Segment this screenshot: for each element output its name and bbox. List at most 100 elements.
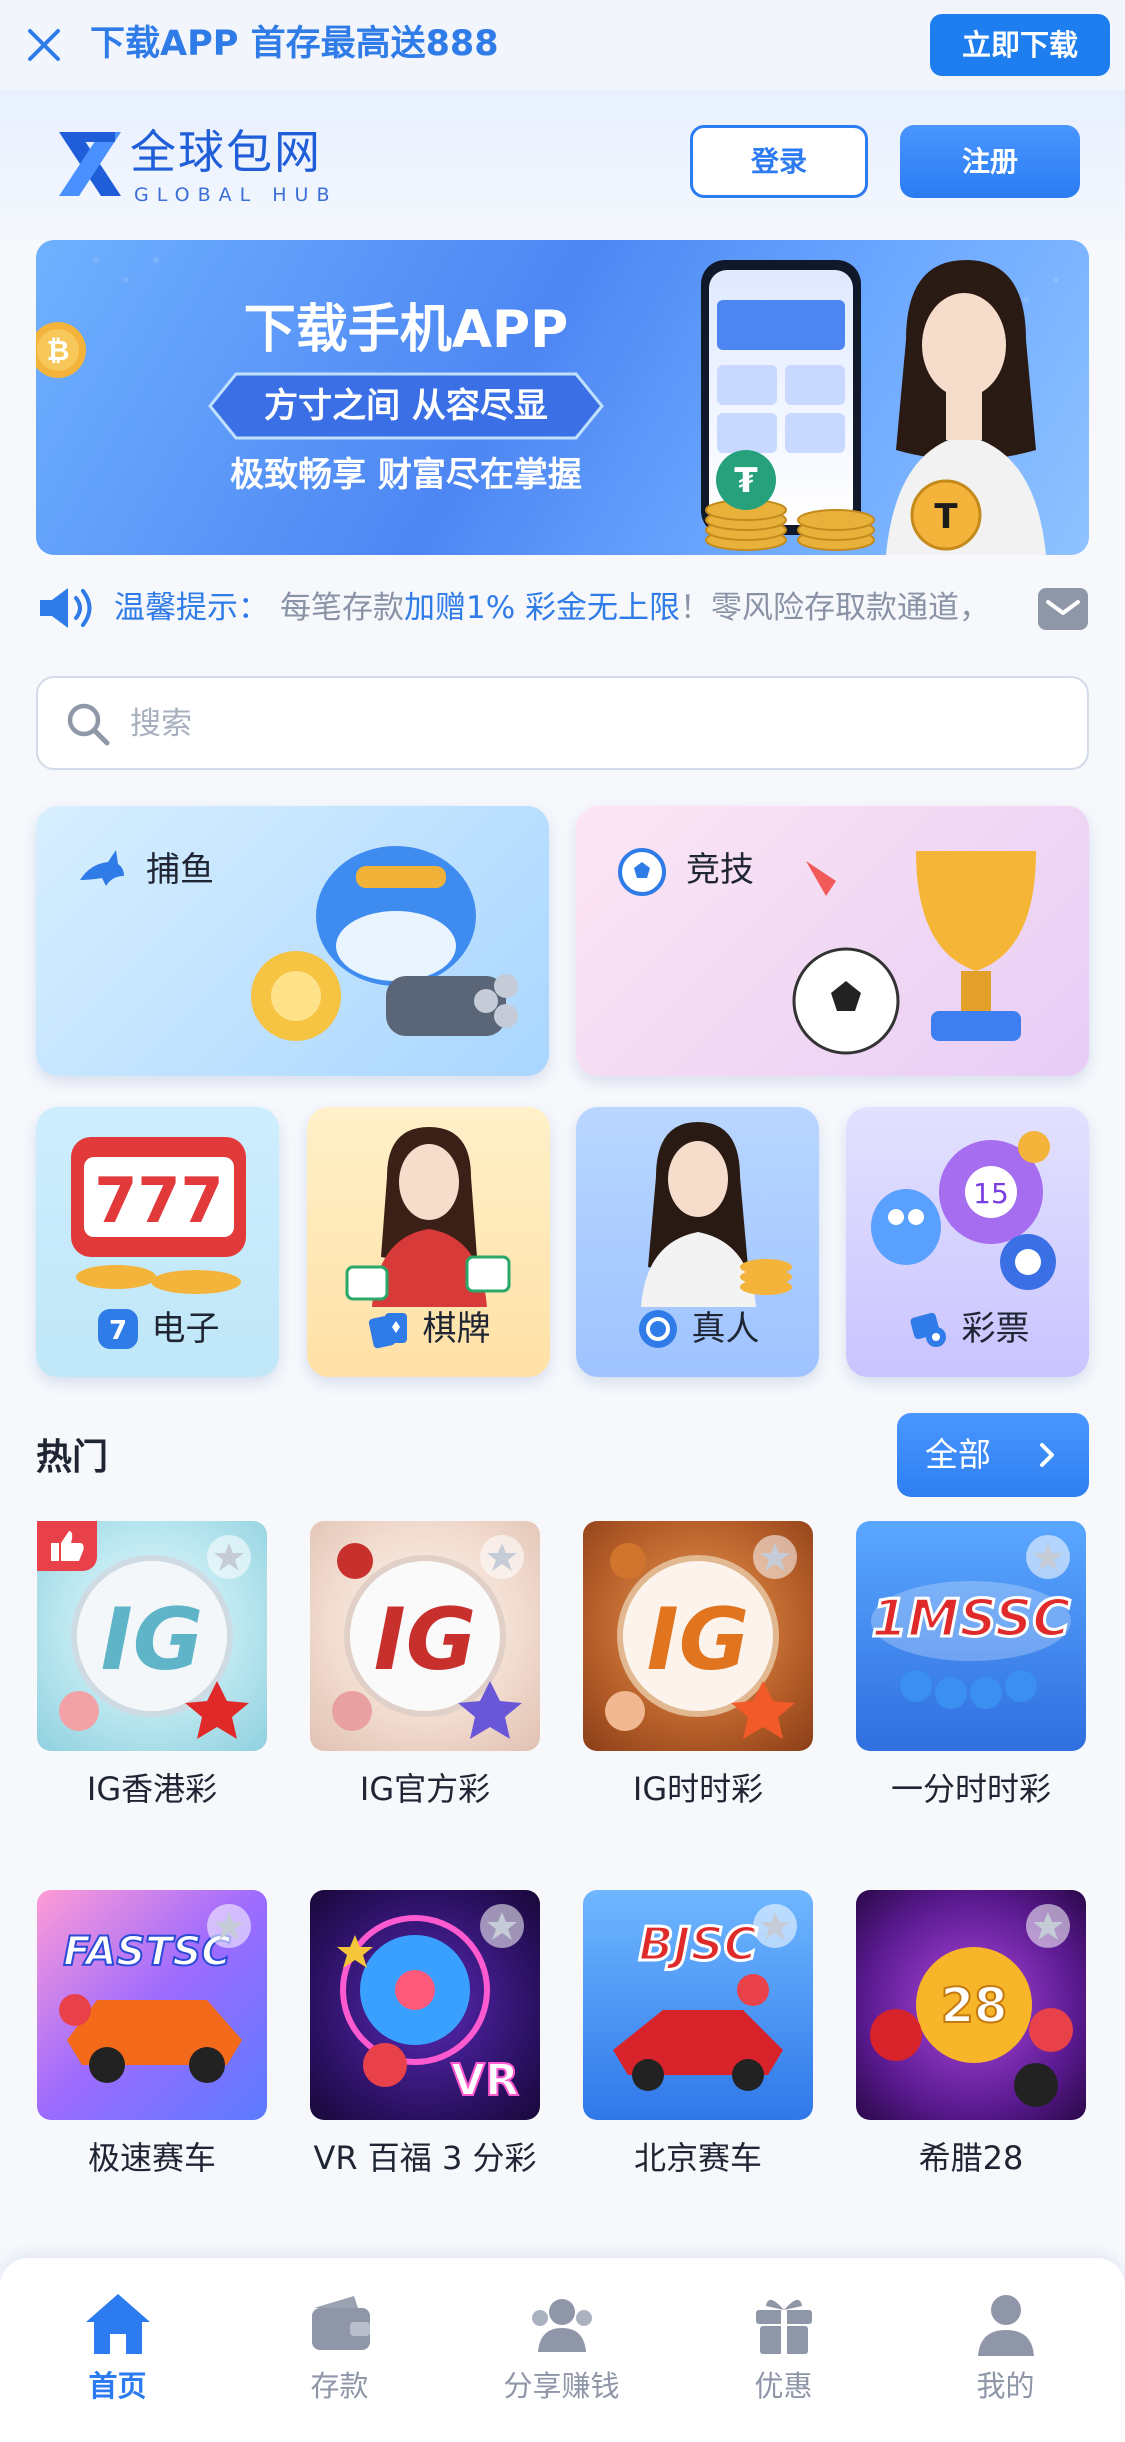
- category-label: 捕鱼: [146, 850, 214, 890]
- star-icon: [1033, 1543, 1063, 1571]
- wallet-icon: [312, 2296, 370, 2350]
- game-badge: FASTSC: [63, 1929, 230, 1975]
- favorite-star-button[interactable]: [753, 1535, 797, 1579]
- game-badge: IG: [101, 1590, 204, 1690]
- hot-badge: [37, 1521, 97, 1571]
- notice-text-a: 每笔存款: [280, 590, 404, 626]
- game-badge: 1MSSC: [871, 1589, 1070, 1649]
- star-icon: [760, 1543, 790, 1571]
- tab-home[interactable]: 首页: [5, 2258, 230, 2442]
- coins-stack-image: ₮ T: [705, 450, 982, 551]
- star-icon: [214, 1912, 244, 1940]
- favorite-star-button[interactable]: [480, 1535, 524, 1579]
- tab-deposit[interactable]: 存款: [227, 2258, 452, 2442]
- login-button[interactable]: 登录: [690, 125, 868, 198]
- category-footer: 彩票: [846, 1307, 1089, 1367]
- game-badge: BJSC: [638, 1917, 757, 1971]
- slot-seven-icon: 7: [97, 1309, 138, 1349]
- search-input[interactable]: [128, 692, 1032, 756]
- logo-subtitle: GLOBAL HUB: [134, 184, 338, 206]
- download-app-banner[interactable]: ₿ 下载手机APP 方寸之间 从容尽显 极致畅享 财富尽在掌握 ₮ T: [36, 240, 1089, 555]
- banner-tagline-ribbon: 方寸之间 从容尽显: [206, 370, 606, 442]
- tab-profile[interactable]: 我的: [893, 2258, 1118, 2442]
- favorite-star-button[interactable]: [753, 1904, 797, 1948]
- category-label: 彩票: [961, 1309, 1030, 1349]
- category-footer: 棋牌: [307, 1307, 550, 1367]
- star-icon: [487, 1543, 517, 1571]
- favorite-star-button[interactable]: [1026, 1535, 1070, 1579]
- bottom-tab-bar: 首页 存款 分享赚钱 优惠 我的: [0, 2258, 1125, 2442]
- download-now-button[interactable]: 立即下载: [930, 14, 1110, 76]
- category-slots[interactable]: 777 7 电子: [36, 1107, 279, 1377]
- notice-marquee: 温馨提示： 每笔存款加赠1% 彩金无上限！零风险存取款通道，: [36, 578, 1089, 638]
- star-icon: [1033, 1912, 1063, 1940]
- banner-subtitle: 极致畅享 财富尽在掌握: [230, 455, 582, 495]
- favorite-star-button[interactable]: [207, 1535, 251, 1579]
- svg-text:15: 15: [973, 1177, 1009, 1210]
- favorite-star-button[interactable]: [207, 1904, 251, 1948]
- category-fishing[interactable]: 捕鱼: [36, 806, 549, 1076]
- live-dealer-image: [641, 1122, 792, 1307]
- notice-text: 每笔存款加赠1% 彩金无上限！零风险存取款通道，: [280, 578, 1010, 638]
- register-button[interactable]: 注册: [900, 125, 1080, 198]
- home-icon: [86, 2294, 150, 2354]
- view-all-label: 全部: [925, 1435, 991, 1474]
- game-name: 北京赛车: [633, 2139, 762, 2177]
- favorite-star-button[interactable]: [480, 1904, 524, 1948]
- lottery-ticket-icon: [909, 1312, 946, 1347]
- shark-icon: [80, 850, 124, 886]
- thumbs-up-icon: [51, 1531, 84, 1561]
- category-lottery[interactable]: 15 彩票: [846, 1107, 1089, 1377]
- tab-label: 我的: [976, 2369, 1035, 2403]
- view-all-button[interactable]: 全部: [897, 1413, 1089, 1497]
- category-live-casino[interactable]: 真人: [576, 1107, 819, 1377]
- soccer-ball-icon: [618, 848, 666, 896]
- trophy-image: [792, 851, 1036, 1055]
- logo-name: 全球包网: [130, 125, 322, 179]
- shark-gunner-image: [251, 846, 518, 1041]
- game-name: 极速赛车: [87, 2139, 216, 2177]
- lottery-balls-image: 15: [871, 1131, 1056, 1290]
- card-dealer-image: [345, 1127, 511, 1307]
- star-icon: [760, 1912, 790, 1940]
- svg-text:₮: ₮: [734, 461, 758, 501]
- slot-machine-image: 777: [71, 1137, 246, 1294]
- mail-icon[interactable]: [1038, 588, 1088, 630]
- share-users-icon: [532, 2299, 592, 2352]
- hot-section-title: 热门: [36, 1437, 109, 1478]
- tab-label: 存款: [310, 2369, 369, 2403]
- notice-text-c: ！零风险存取款通道，: [680, 590, 991, 626]
- chip-icon: [638, 1310, 677, 1348]
- category-footer: 真人: [576, 1307, 819, 1367]
- banner-tagline: 方寸之间 从容尽显: [264, 386, 548, 426]
- close-icon[interactable]: [22, 23, 66, 67]
- svg-text:7: 7: [108, 1316, 126, 1346]
- logo-x-icon: [59, 132, 121, 196]
- tab-share-earn[interactable]: 分享赚钱: [449, 2258, 674, 2442]
- banner-title: 下载手机APP: [243, 300, 569, 360]
- download-promo-text: 下载APP 首存最高送888: [90, 24, 499, 64]
- speaker-icon: [40, 588, 92, 628]
- game-name: VR 百福 3 分彩: [313, 2139, 537, 2177]
- game-badge: VR: [451, 2055, 519, 2106]
- game-name: IG时时彩: [632, 1770, 764, 1808]
- svg-text:T: T: [934, 497, 958, 537]
- star-icon: [487, 1912, 517, 1940]
- game-name: IG香港彩: [86, 1770, 218, 1808]
- game-name: IG官方彩: [359, 1770, 491, 1808]
- game-badge: IG: [647, 1590, 750, 1690]
- favorite-star-button[interactable]: [1026, 1904, 1070, 1948]
- game-name: 一分时时彩: [890, 1770, 1051, 1808]
- game-badge: IG: [374, 1590, 477, 1690]
- tab-promotions[interactable]: 优惠: [671, 2258, 896, 2442]
- tab-label: 优惠: [754, 2369, 813, 2403]
- gift-icon: [756, 2299, 812, 2354]
- category-label: 棋牌: [422, 1309, 491, 1349]
- category-sports[interactable]: 竞技: [576, 806, 1089, 1076]
- category-label: 真人: [691, 1309, 760, 1349]
- svg-text:777: 777: [94, 1164, 223, 1237]
- star-icon: [214, 1543, 244, 1571]
- category-chess-cards[interactable]: 棋牌: [307, 1107, 550, 1377]
- game-badge: 28: [941, 1978, 1008, 2034]
- search-bar[interactable]: [36, 676, 1089, 770]
